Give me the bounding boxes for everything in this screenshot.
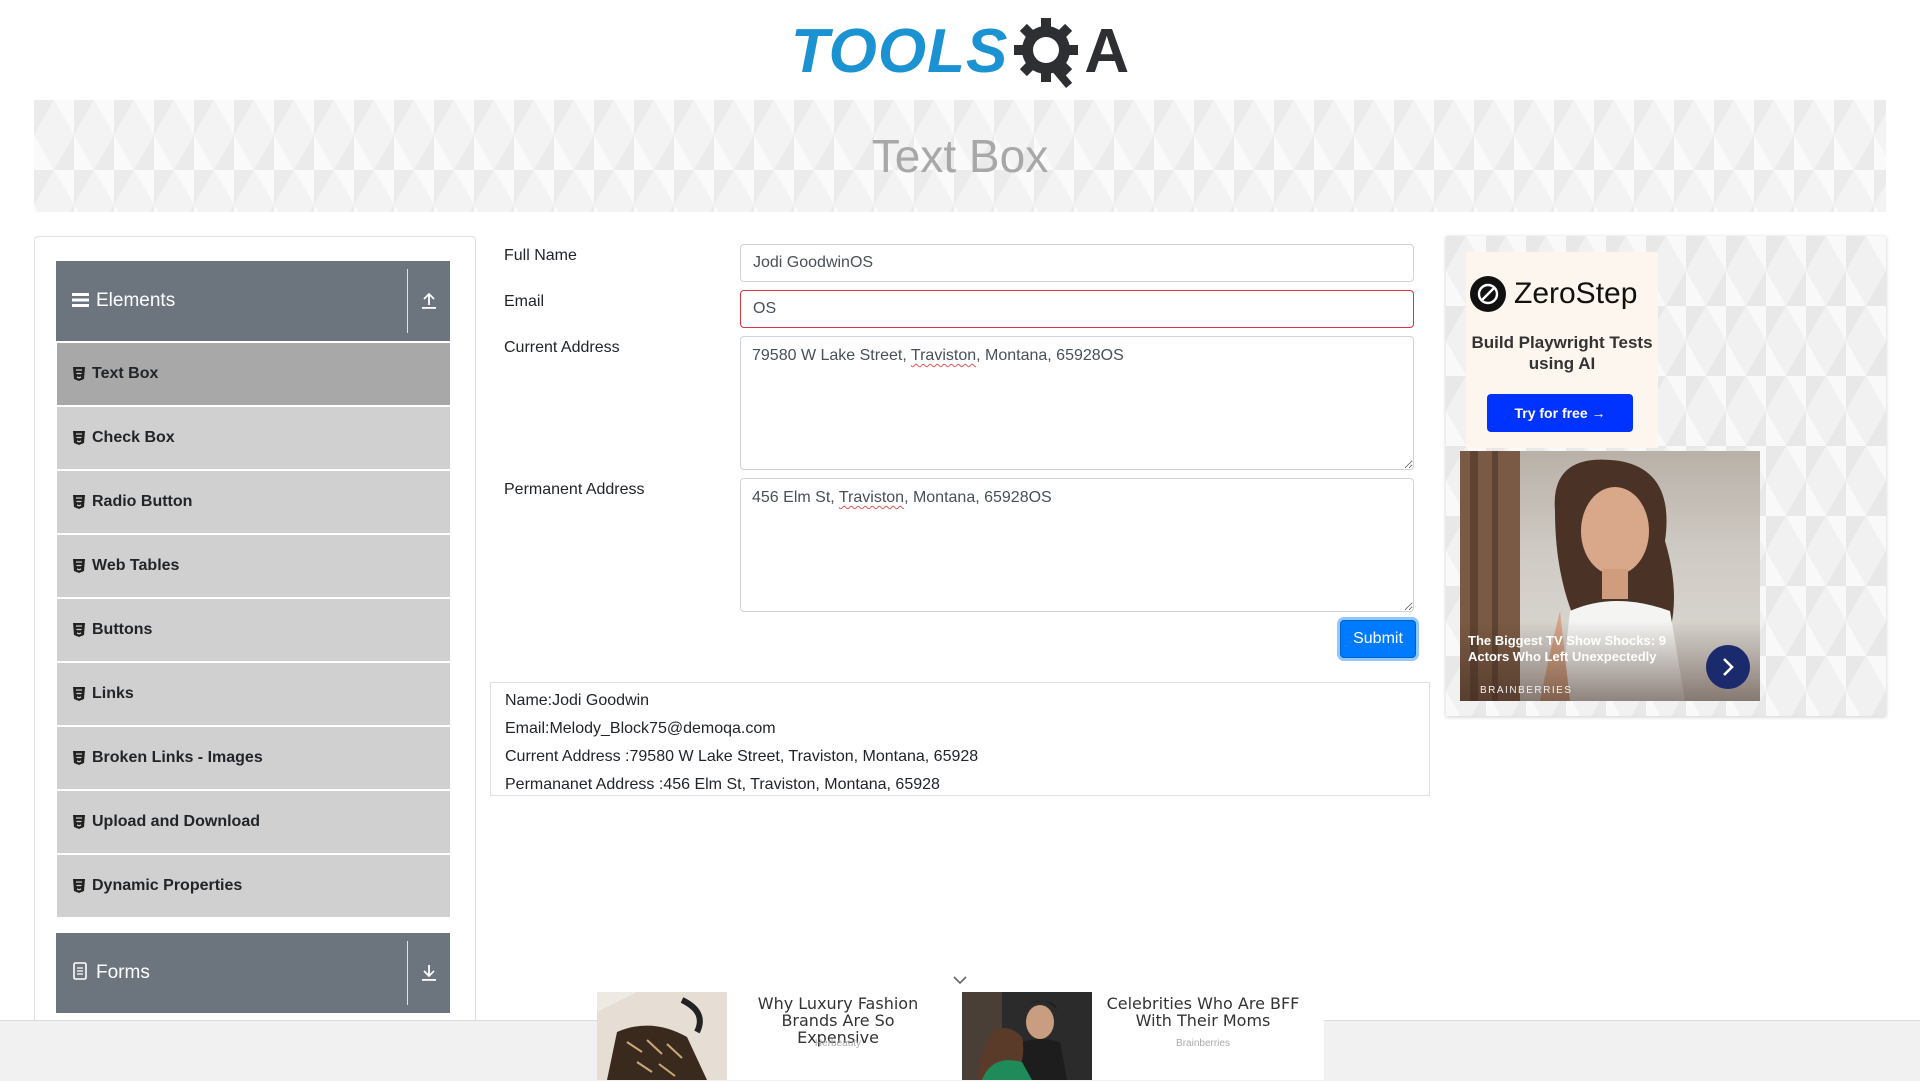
zerostep-logo[interactable]: ZeroStep — [1470, 276, 1637, 312]
left-panel: Elements Text Box Check Box Radio Button… — [34, 236, 476, 1078]
logo-text-a: A — [1084, 17, 1130, 86]
html5-icon — [73, 879, 85, 893]
html5-icon — [73, 431, 85, 445]
group-label: Forms — [96, 962, 150, 983]
logo-text-tools: TOOLS — [790, 17, 1009, 86]
sidebar-item-web-tables[interactable]: Web Tables — [57, 535, 450, 597]
output-current-address: Current Address :79580 W Lake Street, Tr… — [505, 748, 979, 765]
zerostep-tagline: Build Playwright Tests using AI — [1471, 333, 1653, 373]
submit-button[interactable]: Submit — [1340, 620, 1416, 658]
sidebar-item-broken-links[interactable]: Broken Links - Images — [57, 727, 450, 789]
group-header-elements[interactable]: Elements — [56, 261, 450, 341]
divider — [407, 941, 408, 1005]
output-email: Email:Melody_Block75@demoqa.com — [505, 720, 776, 737]
sidebar-item-label: Buttons — [92, 621, 153, 638]
collapse-ad-button[interactable] — [950, 970, 970, 990]
sidebar-item-buttons[interactable]: Buttons — [57, 599, 450, 661]
sidebar-item-label: Check Box — [92, 429, 175, 446]
expand-down-icon[interactable] — [416, 933, 442, 1013]
sidebar-item-label: Upload and Download — [92, 813, 260, 830]
page-title: Text Box — [871, 130, 1049, 182]
zerostep-brand: ZeroStep — [1514, 277, 1638, 310]
group-label: Elements — [96, 290, 176, 311]
divider — [407, 269, 408, 333]
ad-thumbnail-fashion[interactable] — [597, 992, 727, 1080]
document-icon — [72, 960, 92, 986]
next-arrow-button[interactable] — [1706, 645, 1750, 689]
html5-icon — [73, 751, 85, 765]
html5-icon — [73, 367, 85, 381]
output-name: Name:Jodi Goodwin — [505, 692, 650, 709]
sidebar-item-label: Links — [92, 685, 134, 702]
permanent-address-label: Permanent Address — [504, 481, 645, 498]
chevron-down-icon — [953, 976, 967, 985]
sidebar-item-links[interactable]: Links — [57, 663, 450, 725]
sidebar-item-text-box[interactable]: Text Box — [57, 343, 450, 405]
html5-icon — [73, 495, 85, 509]
full-name-label: Full Name — [504, 247, 577, 264]
current-address-textarea[interactable] — [740, 336, 1414, 470]
permanent-address-textarea[interactable] — [740, 478, 1414, 612]
sidebar-item-radio-button[interactable]: Radio Button — [57, 471, 450, 533]
ad-source-celebrities: Brainberries — [1176, 1038, 1230, 1049]
zerostep-logo-icon — [1470, 276, 1506, 312]
brainberries-ad[interactable]: The Biggest TV Show Shocks: 9 Actors Who… — [1460, 451, 1760, 701]
ad-story-source: BRAINBERRIES — [1480, 685, 1573, 696]
sidebar-item-label: Dynamic Properties — [92, 877, 243, 894]
email-input[interactable] — [740, 290, 1414, 328]
ad-story-caption: The Biggest TV Show Shocks: 9 Actors Who… — [1468, 633, 1666, 664]
sidebar-item-label: Text Box — [92, 365, 159, 382]
html5-icon — [73, 559, 85, 573]
current-address-label: Current Address — [504, 339, 620, 356]
gear-magnifier-icon — [1014, 18, 1079, 88]
ad-source-fashion: Herbeauty — [814, 1038, 862, 1049]
email-label: Email — [504, 293, 545, 310]
hamburger-icon — [72, 288, 92, 314]
header: TOOLS A — [0, 0, 1920, 100]
ad-title-celebrities[interactable]: Celebrities Who Are BFF With Their Moms — [1103, 995, 1303, 1029]
group-header-forms[interactable]: Forms — [56, 933, 450, 1013]
output-permanent-address: Permananet Address :456 Elm St, Travisto… — [505, 776, 940, 793]
sidebar-item-check-box[interactable]: Check Box — [57, 407, 450, 469]
html5-icon — [73, 815, 85, 829]
full-name-input[interactable] — [740, 244, 1414, 282]
page-banner: Text Box — [34, 100, 1886, 212]
output-panel: Name:Jodi Goodwin Email:Melody_Block75@d… — [490, 682, 1430, 796]
toolsqa-logo[interactable]: TOOLS A — [791, 14, 1129, 90]
html5-icon — [73, 687, 85, 701]
try-for-free-button[interactable]: Try for free → — [1487, 394, 1633, 432]
sidebar-item-dynamic-properties[interactable]: Dynamic Properties — [57, 855, 450, 917]
html5-icon — [73, 623, 85, 637]
ad-thumbnail-celebrities[interactable] — [962, 992, 1092, 1080]
sidebar-item-label: Broken Links - Images — [92, 749, 263, 766]
chevron-right-icon — [1723, 658, 1734, 676]
collapse-up-icon[interactable] — [416, 261, 442, 341]
sidebar-item-label: Web Tables — [92, 557, 180, 574]
sidebar-item-upload-download[interactable]: Upload and Download — [57, 791, 450, 853]
bottom-ad-unit: Why Luxury Fashion Brands Are So Expensi… — [597, 992, 1324, 1080]
sidebar-item-label: Radio Button — [92, 493, 193, 510]
